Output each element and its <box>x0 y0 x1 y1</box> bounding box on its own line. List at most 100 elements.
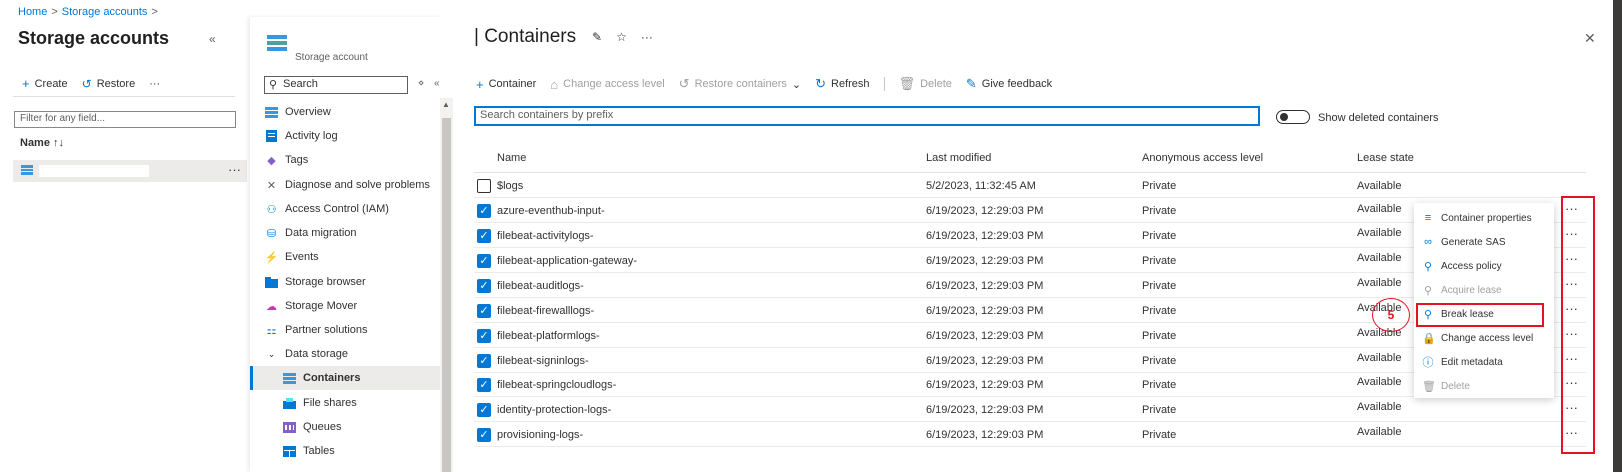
lock-icon: ⌂ <box>550 76 559 92</box>
nav-storage-browser[interactable]: Storage browser <box>250 270 442 294</box>
menu-item-delete[interactable]: 🗑 Delete <box>1414 374 1554 398</box>
row-checkbox-checked[interactable]: ✓ <box>477 279 491 293</box>
lease-state: Available <box>1357 401 1402 413</box>
more-actions-button[interactable]: ··· <box>149 78 160 90</box>
row-checkbox-checked[interactable]: ✓ <box>477 428 491 442</box>
nav-events[interactable]: ⚡ Events <box>250 245 442 269</box>
menu-item-label: Edit metadata <box>1441 356 1503 368</box>
menu-item-edit-metadata[interactable]: ⓘ Edit metadata <box>1414 350 1554 374</box>
refresh-button[interactable]: ↻ Refresh <box>815 76 869 92</box>
favorite-star-icon[interactable]: ☆ <box>616 30 627 44</box>
column-header-access-level[interactable]: Anonymous access level <box>1142 152 1263 164</box>
container-name[interactable]: filebeat-springcloudlogs- <box>497 379 616 391</box>
menu-item-generate-sas[interactable]: ∞ Generate SAS <box>1414 230 1554 254</box>
name-column-header[interactable]: Name ↑↓ <box>20 137 64 149</box>
search-options-icon[interactable]: ⋄ <box>418 78 424 89</box>
row-checkbox-checked[interactable]: ✓ <box>477 254 491 268</box>
context-menu: ≡ Container properties ∞ Generate SAS ⚲ … <box>1414 203 1554 398</box>
table-row[interactable]: $logs 5/2/2023, 11:32:45 AM Private Avai… <box>474 174 1586 198</box>
table-row[interactable]: ✓ provisioning-logs- 6/19/2023, 12:29:03… <box>474 423 1586 447</box>
nav-partner-solutions[interactable]: ⚏ Partner solutions <box>250 318 442 342</box>
container-name[interactable]: $logs <box>497 180 523 192</box>
last-modified: 6/19/2023, 12:29:03 PM <box>926 330 1044 342</box>
menu-item-acquire-lease[interactable]: ⚲ Acquire lease <box>1414 278 1554 302</box>
restore-containers-button[interactable]: ↺ Restore containers ⌄ <box>679 76 801 92</box>
row-checkbox-checked[interactable]: ✓ <box>477 378 491 392</box>
container-name[interactable]: filebeat-platformlogs- <box>497 330 600 342</box>
column-header-last-modified[interactable]: Last modified <box>926 152 991 164</box>
column-header-name[interactable]: Name <box>497 152 526 164</box>
nav-tables[interactable]: Tables <box>250 439 442 463</box>
breadcrumb: Home > Storage accounts > <box>18 6 158 18</box>
change-access-level-button[interactable]: ⌂ Change access level <box>550 77 664 92</box>
last-modified: 6/19/2023, 12:29:03 PM <box>926 280 1044 292</box>
breadcrumb-storage-accounts[interactable]: Storage accounts <box>62 6 148 18</box>
more-column-highlight <box>1561 196 1595 454</box>
nav-file-shares[interactable]: File shares <box>250 391 442 415</box>
plus-icon: + <box>476 76 484 92</box>
search-placeholder: Search <box>283 78 318 90</box>
nav-storage-mover[interactable]: ☁ Storage Mover <box>250 294 442 318</box>
container-name[interactable]: azure-eventhub-input- <box>497 205 605 217</box>
nav-label: File shares <box>303 397 357 409</box>
nav-activity-log[interactable]: Activity log <box>250 124 442 148</box>
container-search-input[interactable]: Search containers by prefix <box>474 106 1260 126</box>
nav-access-control[interactable]: ⚇ Access Control (IAM) <box>250 197 442 221</box>
more-icon[interactable]: ··· <box>641 30 653 44</box>
create-button[interactable]: + Create <box>22 76 68 91</box>
undo-icon: ↺ <box>81 76 92 91</box>
container-name[interactable]: filebeat-auditlogs- <box>497 280 584 292</box>
menu-item-access-policy[interactable]: ⚲ Access policy <box>1414 254 1554 278</box>
collapse-menu-icon[interactable]: « <box>434 78 440 89</box>
nav-containers[interactable]: Containers <box>250 366 442 390</box>
nav-overview[interactable]: Overview <box>250 100 442 124</box>
breadcrumb-home[interactable]: Home <box>18 6 47 18</box>
pin-icon[interactable]: ✎ <box>592 30 602 44</box>
row-checkbox-checked[interactable]: ✓ <box>477 229 491 243</box>
container-name[interactable]: filebeat-firewalllogs- <box>497 305 594 317</box>
row-checkbox-checked[interactable]: ✓ <box>477 204 491 218</box>
menu-scrollbar-thumb[interactable] <box>442 118 451 472</box>
close-icon[interactable]: ✕ <box>1584 30 1596 47</box>
filter-input[interactable]: Filter for any field... <box>14 111 236 128</box>
row-more-button[interactable]: ··· <box>228 162 241 177</box>
nav-queues[interactable]: Queues <box>250 415 442 439</box>
menu-item-change-access-level[interactable]: 🔒 Change access level <box>1414 326 1554 350</box>
container-name[interactable]: filebeat-application-gateway- <box>497 255 637 267</box>
container-name[interactable]: provisioning-logs- <box>497 429 583 441</box>
toggle-knob <box>1280 113 1288 121</box>
row-checkbox-checked[interactable]: ✓ <box>477 304 491 318</box>
row-checkbox[interactable] <box>477 179 491 193</box>
storage-account-row[interactable]: ··· <box>13 160 247 182</box>
resource-menu-search-input[interactable]: ⚲ Search <box>264 76 408 94</box>
last-modified: 6/19/2023, 12:29:03 PM <box>926 305 1044 317</box>
nav-data-migration[interactable]: ⛁ Data migration <box>250 221 442 245</box>
nav-group-data-storage[interactable]: ⌄ Data storage <box>250 342 442 366</box>
give-feedback-button[interactable]: ✎ Give feedback <box>966 76 1052 92</box>
nav-tags[interactable]: ◆ Tags <box>250 148 442 172</box>
delete-button[interactable]: 🗑 Delete <box>899 76 952 92</box>
container-name[interactable]: filebeat-signinlogs- <box>497 355 589 367</box>
table-row[interactable]: ✓ identity-protection-logs- 6/19/2023, 1… <box>474 398 1586 422</box>
row-checkbox-checked[interactable]: ✓ <box>477 354 491 368</box>
container-name[interactable]: identity-protection-logs- <box>497 404 611 416</box>
add-container-button[interactable]: + Container <box>476 77 536 92</box>
collapse-left-pane-icon[interactable]: « <box>209 32 216 46</box>
divider <box>13 96 235 97</box>
row-checkbox-checked[interactable]: ✓ <box>477 329 491 343</box>
row-checkbox-checked[interactable]: ✓ <box>477 403 491 417</box>
last-modified: 6/19/2023, 12:29:03 PM <box>926 429 1044 441</box>
nav-label: Queues <box>303 421 342 433</box>
restore-button[interactable]: ↺ Restore <box>82 77 136 91</box>
show-deleted-toggle[interactable] <box>1276 110 1310 124</box>
nav-label: Diagnose and solve problems <box>285 179 430 191</box>
menu-item-label: Access policy <box>1441 260 1502 272</box>
nav-label: Storage Mover <box>285 300 358 312</box>
nav-diagnose[interactable]: ✕ Diagnose and solve problems <box>250 173 442 197</box>
container-name[interactable]: filebeat-activitylogs- <box>497 230 594 242</box>
nav-label: Events <box>285 251 319 263</box>
scroll-up-icon[interactable]: ▲ <box>442 100 450 109</box>
menu-item-container-properties[interactable]: ≡ Container properties <box>1414 206 1554 230</box>
column-header-lease-state[interactable]: Lease state <box>1357 152 1414 164</box>
nav-label: Tables <box>303 445 335 457</box>
